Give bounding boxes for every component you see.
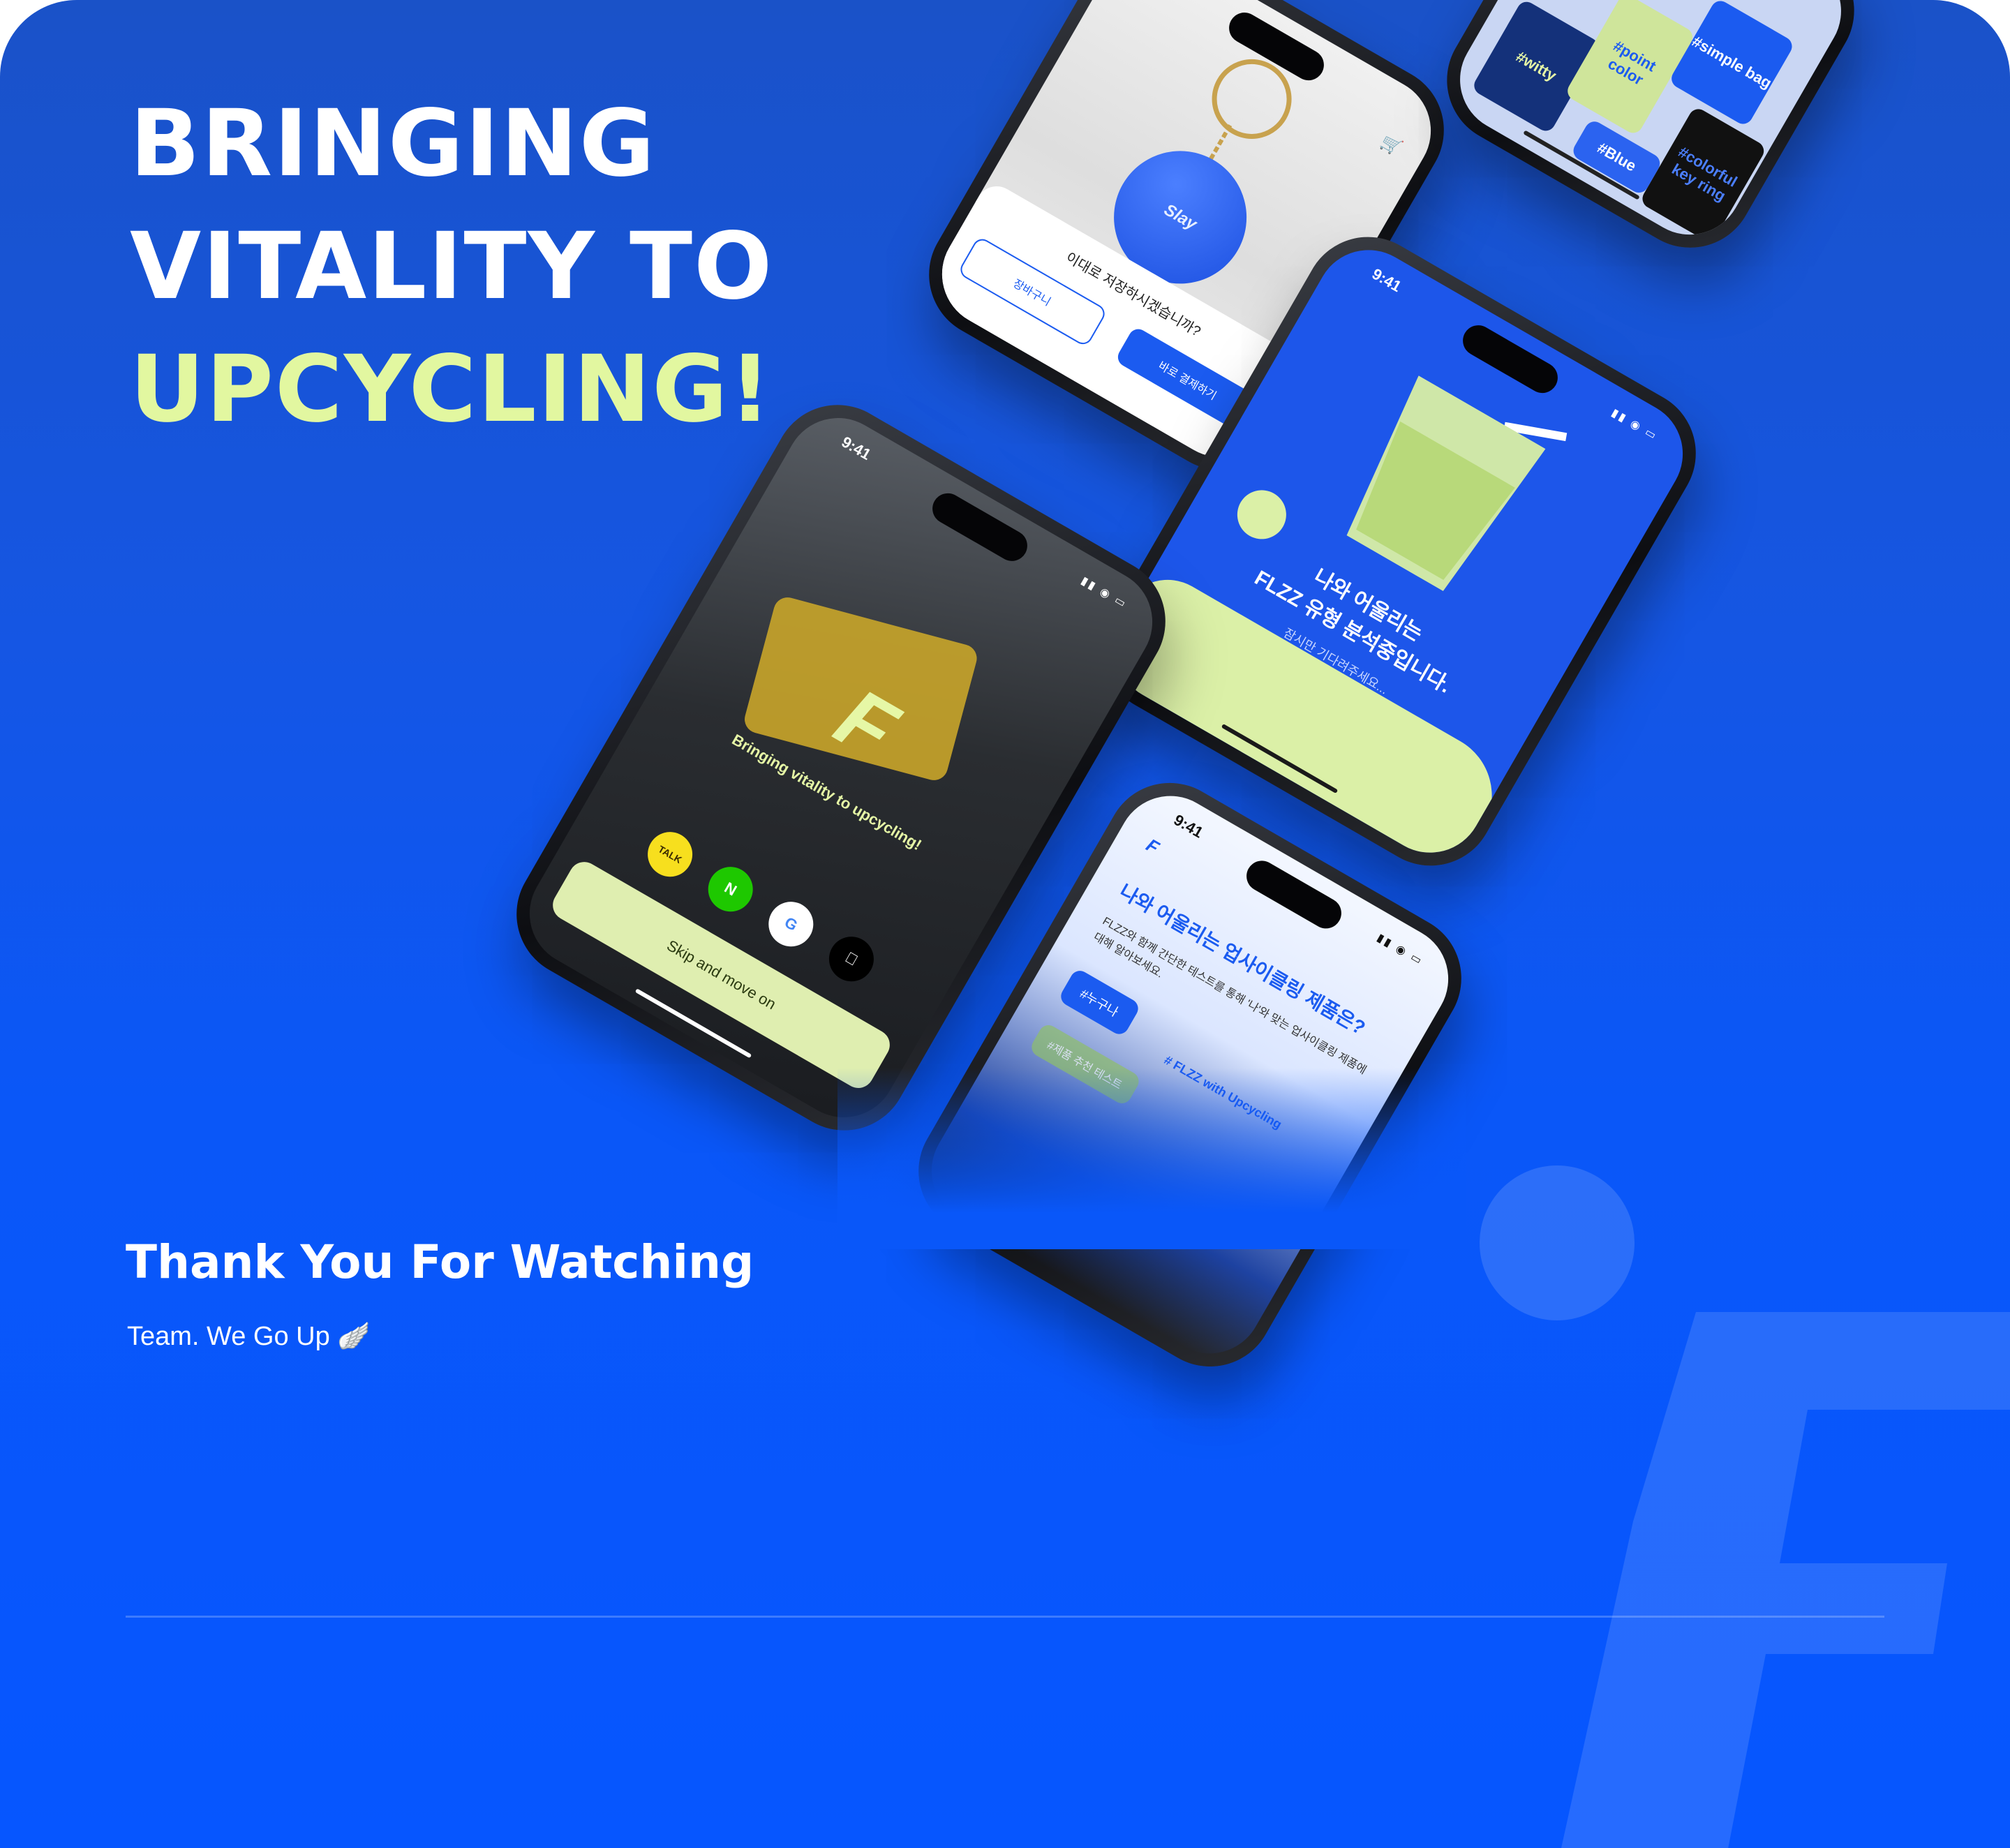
google-login-icon[interactable]: G — [760, 893, 822, 955]
dynamic-island — [1457, 320, 1563, 399]
key-chain — [1207, 124, 1233, 163]
tag-colorful-key-ring[interactable]: #colorful key ring — [1639, 105, 1768, 244]
thank-you-heading: Thank You For Watching — [126, 1235, 754, 1289]
decorative-dot — [1480, 1165, 1635, 1320]
headline: BRINGING VITALITY TO UPCYCLING! — [130, 82, 773, 451]
phone-screen: #witty #point color #simple bag #colorfu… — [1440, 0, 1861, 254]
cart-icon[interactable]: 🛒 — [1377, 131, 1405, 159]
phone-style-tags: #witty #point color #simple bag #colorfu… — [1423, 0, 1878, 271]
status-icons: ▮▮ ◉ ▭ — [1078, 574, 1130, 611]
divider — [126, 1616, 1884, 1618]
status-time: 9:41 — [1369, 264, 1405, 296]
dynamic-island — [927, 487, 1033, 567]
fade-overlay — [838, 1068, 1466, 1249]
tag-simple-bag[interactable]: #simple bag — [1668, 0, 1796, 128]
apple-login-icon[interactable]:  — [821, 928, 882, 990]
survey-chip[interactable]: #누구나 — [1057, 967, 1142, 1038]
status-icons: ▮▮ ◉ ▭ — [1609, 406, 1660, 443]
kakao-login-icon[interactable]: TALK — [639, 824, 701, 885]
naver-login-icon[interactable]: N — [699, 858, 761, 920]
headline-line-1: BRINGING — [130, 90, 657, 198]
headline-line-3: UPCYCLING! — [130, 336, 773, 443]
cup-illustration — [1332, 375, 1546, 600]
cup-drink — [1342, 422, 1515, 588]
status-time: 9:41 — [838, 433, 874, 463]
hero-panel: BRINGING VITALITY TO UPCYCLING! 🛒 Slay 이… — [0, 0, 2010, 1848]
status-time: 9:41 — [1170, 810, 1207, 842]
app-logo: F — [1142, 834, 1163, 858]
status-icons: ▮▮ ◉ ▭ — [1374, 932, 1426, 968]
add-to-cart-button[interactable]: 장바구니 — [957, 235, 1108, 348]
team-credit: Team. We Go Up 🪽 — [127, 1322, 371, 1351]
headline-line-2: VITALITY TO — [130, 213, 774, 320]
brand-f-watermark — [1561, 1312, 2010, 1848]
dynamic-island — [1241, 855, 1347, 934]
